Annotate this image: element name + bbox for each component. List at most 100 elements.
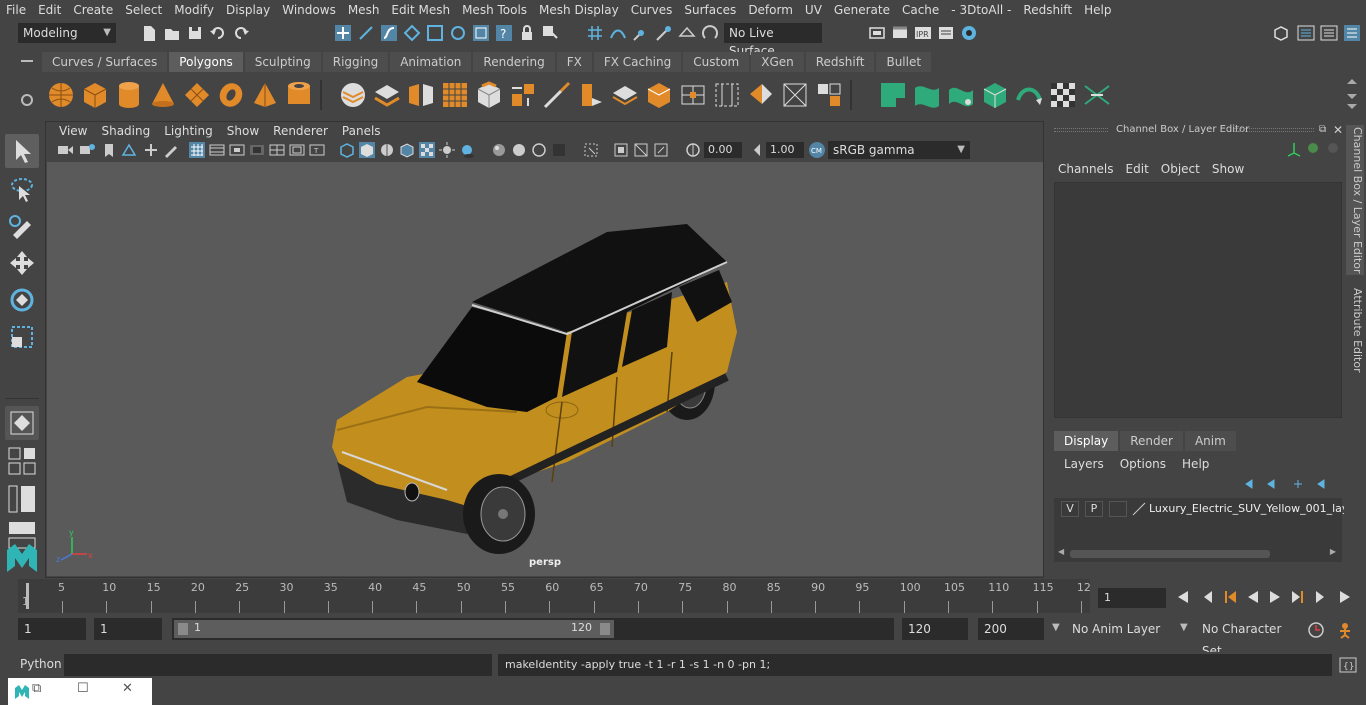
multi-cut-icon[interactable] xyxy=(542,80,572,110)
shelf-tab-rigging[interactable]: Rigging xyxy=(322,52,389,72)
target-weld-icon[interactable] xyxy=(780,80,810,110)
character-set-dropdown[interactable]: No Character Set xyxy=(1196,618,1300,658)
auto-key-icon[interactable] xyxy=(1307,621,1325,639)
attribute-editor-toggle-icon[interactable] xyxy=(1297,24,1315,42)
channel-menu-channels[interactable]: Channels xyxy=(1058,162,1126,176)
bridge-icon[interactable] xyxy=(508,80,538,110)
new-scene-icon[interactable] xyxy=(140,24,158,42)
menu-edit-mesh[interactable]: Edit Mesh xyxy=(385,3,456,17)
layer-tab-anim[interactable]: Anim xyxy=(1184,431,1236,451)
grease-pencil-icon[interactable] xyxy=(162,141,180,159)
snap-grid-icon[interactable] xyxy=(586,24,604,42)
menu-modify[interactable]: Modify xyxy=(168,3,220,17)
gamma-field[interactable]: 1.00 xyxy=(766,142,804,158)
ipr-render-icon[interactable]: IPR xyxy=(914,24,932,42)
channel-box-toggle-icon[interactable] xyxy=(1343,24,1361,42)
status-dot-icon[interactable] xyxy=(1328,143,1338,153)
viewport-menu-view[interactable]: View xyxy=(52,124,94,138)
snap-projected-icon[interactable] xyxy=(655,24,673,42)
undo-icon[interactable] xyxy=(209,24,227,42)
menu-mesh-tools[interactable]: Mesh Tools xyxy=(456,3,533,17)
viewport-menu-shading[interactable]: Shading xyxy=(94,124,157,138)
render-frame-icon[interactable] xyxy=(868,24,886,42)
viewport-menu-panels[interactable]: Panels xyxy=(335,124,388,138)
last-tool[interactable] xyxy=(5,406,39,440)
combine-icon[interactable] xyxy=(338,80,368,110)
motion-blur-icon[interactable] xyxy=(510,141,528,159)
status-dot-icon[interactable] xyxy=(1308,143,1318,153)
tool-settings-toggle-icon[interactable] xyxy=(1320,24,1338,42)
layer-tab-display[interactable]: Display xyxy=(1054,431,1119,451)
poke-face-icon[interactable] xyxy=(644,80,674,110)
collapse-icon[interactable] xyxy=(814,80,844,110)
layer-visibility-toggle[interactable]: V xyxy=(1061,501,1079,517)
playback-controls[interactable] xyxy=(1172,587,1362,607)
menu-redshift[interactable]: Redshift xyxy=(1017,3,1078,17)
viewport-menu-show[interactable]: Show xyxy=(220,124,266,138)
layer-row[interactable]: V P Luxury_Electric_SUV_Yellow_001_layer xyxy=(1056,501,1360,519)
render-view-icon[interactable] xyxy=(891,24,909,42)
cut-uv-edges-icon[interactable] xyxy=(1082,80,1112,110)
paint-select-tool[interactable] xyxy=(5,209,39,243)
poly-pyramid-icon[interactable] xyxy=(250,80,280,110)
shelf-tab-sculpting[interactable]: Sculpting xyxy=(244,52,321,72)
shelf-tab-rendering[interactable]: Rendering xyxy=(473,52,555,72)
shelf-tab-fx[interactable]: FX xyxy=(556,52,592,72)
default-material-icon[interactable] xyxy=(378,141,396,159)
single-perspective-layout[interactable] xyxy=(5,444,39,478)
unfold-uv-icon[interactable] xyxy=(1014,80,1044,110)
side-tab-attribute-editor[interactable]: Attribute Editor xyxy=(1346,285,1364,375)
menu-select[interactable]: Select xyxy=(119,3,168,17)
menu-cache[interactable]: Cache xyxy=(896,3,945,17)
command-input[interactable] xyxy=(64,654,492,676)
layer-type-toggle[interactable] xyxy=(1109,501,1127,517)
animation-prefs-icon[interactable] xyxy=(1336,621,1354,639)
timeline-playhead[interactable] xyxy=(26,583,29,609)
layer-scrollbar[interactable]: ◀ ▶ xyxy=(1058,547,1336,559)
menu-uv[interactable]: UV xyxy=(799,3,828,17)
lock-icon[interactable] xyxy=(518,24,536,42)
bookmark-icon[interactable] xyxy=(100,141,118,159)
playback-start-field[interactable]: 1 xyxy=(94,618,162,640)
layer-color-icon[interactable] xyxy=(1132,502,1146,516)
layer-menu-options[interactable]: Options xyxy=(1120,457,1182,471)
isolate-select-icon[interactable] xyxy=(582,141,600,159)
snap-live-surface-icon[interactable] xyxy=(701,24,719,42)
menu-help[interactable]: Help xyxy=(1078,3,1117,17)
save-scene-icon[interactable] xyxy=(186,24,204,42)
color-space-dropdown[interactable]: sRGB gamma ▼ xyxy=(828,141,970,159)
select-by-component-icon[interactable] xyxy=(380,24,398,42)
channel-menu-object[interactable]: Object xyxy=(1161,162,1212,176)
poly-pipe-icon[interactable] xyxy=(284,80,314,110)
mirror-icon[interactable] xyxy=(406,80,436,110)
layer-tab-render[interactable]: Render xyxy=(1120,431,1183,451)
menu-3dtoall[interactable]: - 3DtoAll - xyxy=(945,3,1017,17)
exposure-icon[interactable] xyxy=(684,141,702,159)
camera-attributes-icon[interactable] xyxy=(78,141,96,159)
separate-icon[interactable] xyxy=(372,80,402,110)
animation-end-field[interactable]: 200 xyxy=(978,618,1044,640)
fill-hole-icon[interactable] xyxy=(712,80,742,110)
use-all-lights-icon[interactable] xyxy=(438,141,456,159)
cylindrical-mapping-icon[interactable] xyxy=(946,80,976,110)
lasso-tool[interactable] xyxy=(5,172,39,206)
smooth-shade-icon[interactable] xyxy=(358,141,376,159)
rotate-tool[interactable] xyxy=(5,283,39,317)
menu-windows[interactable]: Windows xyxy=(276,3,342,17)
poly-cube-icon[interactable] xyxy=(80,80,110,110)
append-polygon-icon[interactable] xyxy=(678,80,708,110)
grid-toggle-icon[interactable] xyxy=(188,141,206,159)
panel-drag-handle[interactable] xyxy=(1054,128,1108,132)
extrude-icon[interactable] xyxy=(474,80,504,110)
xray-active-icon[interactable] xyxy=(632,141,650,159)
film-gate-icon[interactable] xyxy=(208,141,226,159)
poly-cone-icon[interactable] xyxy=(148,80,178,110)
select-by-object-icon[interactable] xyxy=(357,24,375,42)
current-frame-field[interactable]: 1 xyxy=(1098,588,1166,608)
wireframe-on-shaded-icon[interactable] xyxy=(398,141,416,159)
layer-menu-help[interactable]: Help xyxy=(1182,457,1225,471)
layer-playback-toggle[interactable]: P xyxy=(1085,501,1103,517)
viewport-canvas[interactable]: y x z persp xyxy=(47,162,1043,576)
anti-aliasing-icon[interactable] xyxy=(530,141,548,159)
field-chart-icon[interactable] xyxy=(268,141,286,159)
